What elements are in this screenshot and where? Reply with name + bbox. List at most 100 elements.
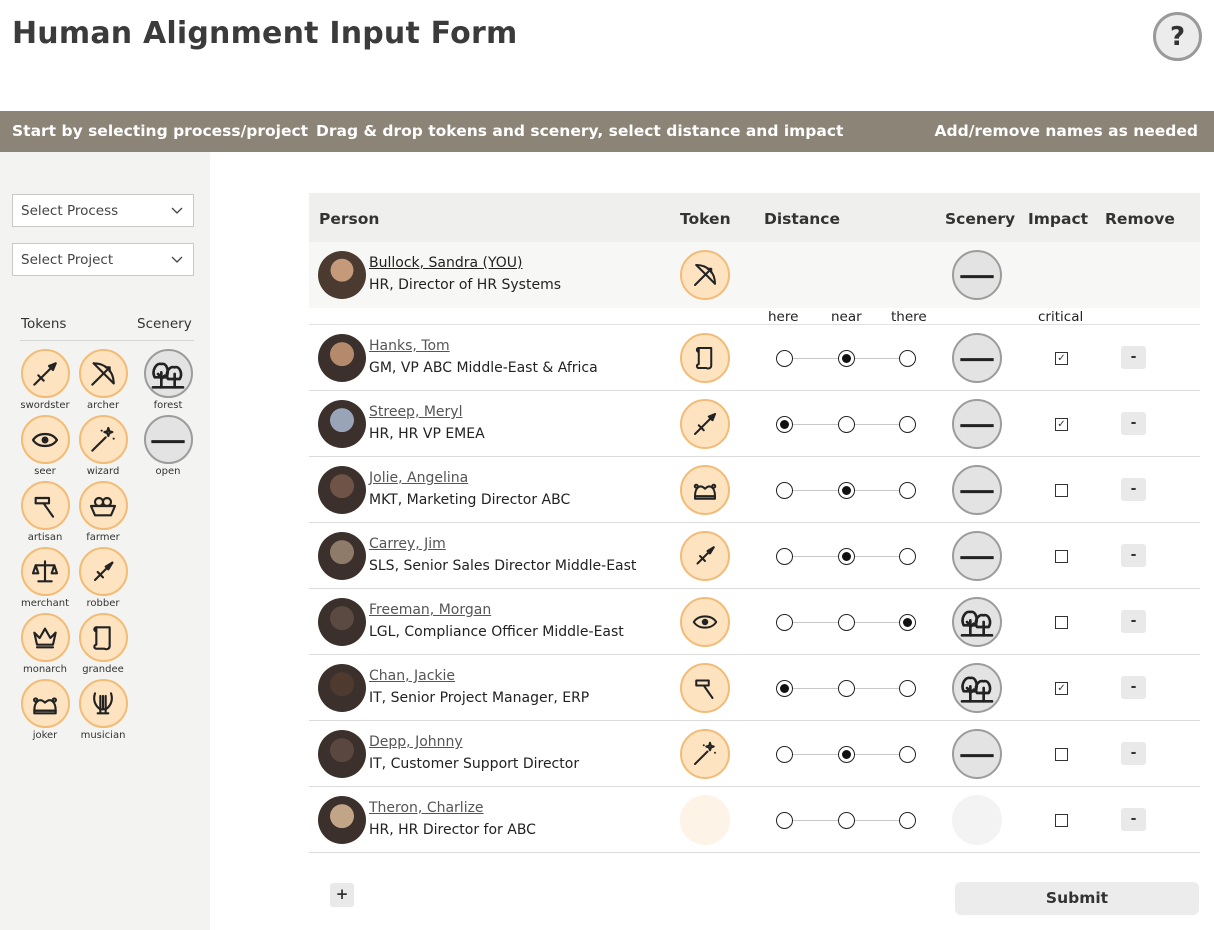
- palette-token-artisan[interactable]: artisan: [20, 481, 70, 543]
- palette-token-seer[interactable]: seer: [20, 415, 70, 477]
- token-chip[interactable]: [20, 613, 70, 662]
- token-slot[interactable]: [680, 729, 730, 779]
- palette-scenery-open[interactable]: open: [143, 415, 193, 477]
- token-chip[interactable]: [78, 481, 128, 530]
- distance-radio-near[interactable]: [838, 548, 855, 565]
- token-chip[interactable]: [20, 349, 70, 398]
- token-slot[interactable]: [680, 399, 730, 449]
- person-name-link[interactable]: Bullock, Sandra (YOU): [369, 255, 523, 271]
- remove-button[interactable]: -: [1121, 742, 1146, 765]
- token-chip[interactable]: [20, 547, 70, 596]
- critical-checkbox[interactable]: [1055, 550, 1068, 563]
- distance-radio-near[interactable]: [838, 416, 855, 433]
- token-slot[interactable]: [680, 465, 730, 515]
- palette-token-robber[interactable]: robber: [78, 547, 128, 609]
- distance-radio-near[interactable]: [838, 812, 855, 829]
- palette-token-musician[interactable]: musician: [78, 679, 128, 741]
- token-chip[interactable]: [20, 415, 70, 464]
- palette-token-monarch[interactable]: monarch: [20, 613, 70, 675]
- token-slot[interactable]: [680, 597, 730, 647]
- scenery-slot[interactable]: [952, 531, 1002, 581]
- scenery-slot[interactable]: [952, 663, 1002, 713]
- scenery-slot[interactable]: [952, 597, 1002, 647]
- person-name-link[interactable]: Theron, Charlize: [369, 800, 484, 816]
- select-project[interactable]: Select Project: [12, 243, 194, 276]
- token-chip[interactable]: [78, 415, 128, 464]
- distance-radio-there[interactable]: [899, 482, 916, 499]
- remove-button[interactable]: -: [1121, 544, 1146, 567]
- token-slot[interactable]: [680, 663, 730, 713]
- distance-radio-here[interactable]: [776, 482, 793, 499]
- critical-checkbox[interactable]: ✓: [1055, 352, 1068, 365]
- token-chip[interactable]: [78, 547, 128, 596]
- distance-radio-there[interactable]: [899, 416, 916, 433]
- critical-checkbox[interactable]: [1055, 748, 1068, 761]
- distance-radio-here[interactable]: [776, 614, 793, 631]
- person-name-link[interactable]: Chan, Jackie: [369, 668, 455, 684]
- distance-radio-near[interactable]: [838, 680, 855, 697]
- scenery-slot[interactable]: [952, 795, 1002, 845]
- distance-radio-near[interactable]: [838, 614, 855, 631]
- remove-button[interactable]: -: [1121, 610, 1146, 633]
- palette-token-joker[interactable]: joker: [20, 679, 70, 741]
- token-slot[interactable]: [680, 795, 730, 845]
- distance-radio-here[interactable]: [776, 416, 793, 433]
- token-slot[interactable]: [680, 333, 730, 383]
- distance-radio-near[interactable]: [838, 746, 855, 763]
- distance-radio-here[interactable]: [776, 680, 793, 697]
- scenery-chip[interactable]: [143, 349, 193, 398]
- remove-button[interactable]: -: [1121, 412, 1146, 435]
- palette-token-swordster[interactable]: swordster: [20, 349, 70, 411]
- remove-button[interactable]: -: [1121, 478, 1146, 501]
- scenery-slot[interactable]: [952, 729, 1002, 779]
- token-chip[interactable]: [20, 481, 70, 530]
- help-button[interactable]: ?: [1153, 12, 1202, 61]
- palette-token-wizard[interactable]: wizard: [78, 415, 128, 477]
- scenery-chip[interactable]: [143, 415, 193, 464]
- token-slot[interactable]: [680, 531, 730, 581]
- select-process[interactable]: Select Process: [12, 194, 194, 227]
- distance-radio-here[interactable]: [776, 350, 793, 367]
- person-name-link[interactable]: Streep, Meryl: [369, 404, 462, 420]
- distance-radio-there[interactable]: [899, 548, 916, 565]
- distance-radio-near[interactable]: [838, 350, 855, 367]
- distance-radio-there[interactable]: [899, 746, 916, 763]
- scenery-slot[interactable]: [952, 250, 1002, 300]
- submit-button[interactable]: Submit: [955, 882, 1199, 915]
- critical-checkbox[interactable]: [1055, 484, 1068, 497]
- add-person-button[interactable]: +: [330, 883, 354, 907]
- distance-radio-there[interactable]: [899, 680, 916, 697]
- scenery-slot[interactable]: [952, 465, 1002, 515]
- person-name-link[interactable]: Carrey, Jim: [369, 536, 446, 552]
- person-name-link[interactable]: Jolie, Angelina: [369, 470, 468, 486]
- token-slot[interactable]: [680, 250, 730, 300]
- palette-token-merchant[interactable]: merchant: [20, 547, 70, 609]
- remove-button[interactable]: -: [1121, 808, 1146, 831]
- distance-radio-there[interactable]: [899, 350, 916, 367]
- distance-radio-there[interactable]: [899, 614, 916, 631]
- palette-token-archer[interactable]: archer: [78, 349, 128, 411]
- token-chip[interactable]: [78, 349, 128, 398]
- remove-button[interactable]: -: [1121, 346, 1146, 369]
- token-chip[interactable]: [20, 679, 70, 728]
- critical-checkbox[interactable]: [1055, 616, 1068, 629]
- distance-radio-here[interactable]: [776, 746, 793, 763]
- scenery-slot[interactable]: [952, 333, 1002, 383]
- critical-checkbox[interactable]: ✓: [1055, 682, 1068, 695]
- distance-radio-near[interactable]: [838, 482, 855, 499]
- scenery-slot[interactable]: [952, 399, 1002, 449]
- palette-token-grandee[interactable]: grandee: [78, 613, 128, 675]
- palette-token-farmer[interactable]: farmer: [78, 481, 128, 543]
- distance-radio-here[interactable]: [776, 548, 793, 565]
- person-name-link[interactable]: Freeman, Morgan: [369, 602, 491, 618]
- token-chip[interactable]: [78, 679, 128, 728]
- token-chip[interactable]: [78, 613, 128, 662]
- critical-checkbox[interactable]: [1055, 814, 1068, 827]
- distance-radio-here[interactable]: [776, 812, 793, 829]
- palette-scenery-forest[interactable]: forest: [143, 349, 193, 411]
- person-name-link[interactable]: Hanks, Tom: [369, 338, 450, 354]
- critical-checkbox[interactable]: ✓: [1055, 418, 1068, 431]
- remove-button[interactable]: -: [1121, 676, 1146, 699]
- distance-radio-there[interactable]: [899, 812, 916, 829]
- person-name-link[interactable]: Depp, Johnny: [369, 734, 463, 750]
